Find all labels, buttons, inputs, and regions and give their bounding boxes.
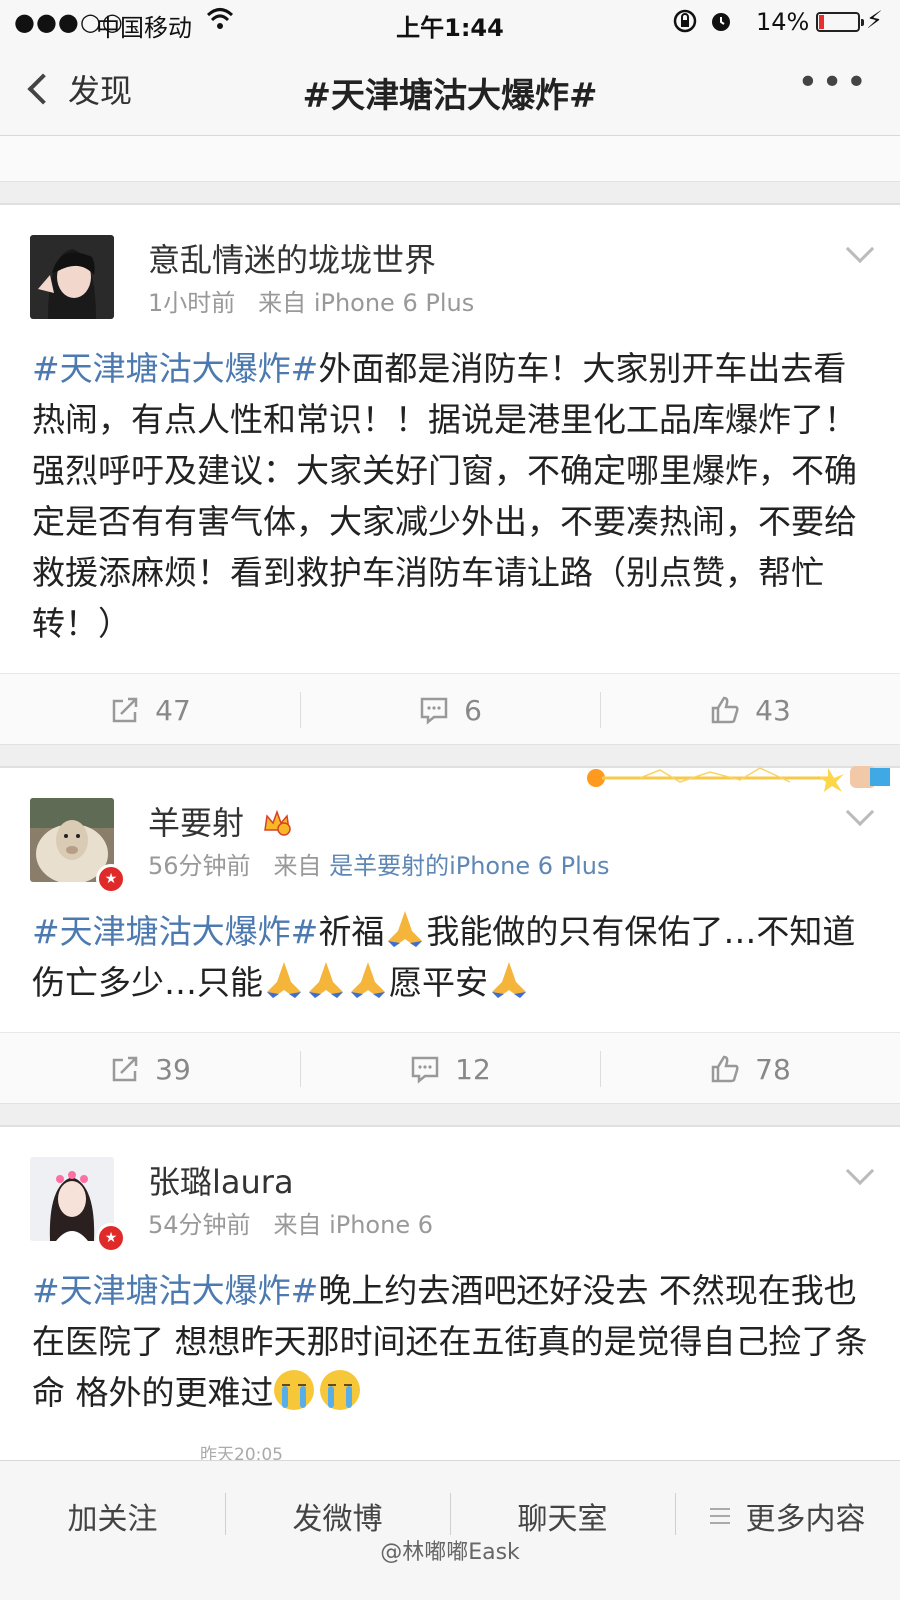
comment-button[interactable]: 6	[300, 674, 600, 746]
praying-hands-emoji-icon	[492, 962, 526, 998]
watermark: @林嘟嘟Eask	[380, 1540, 520, 1565]
repost-count: 47	[155, 693, 191, 727]
action-bar: 39 12 78	[0, 1032, 900, 1104]
like-button[interactable]: 43	[600, 674, 900, 746]
like-button[interactable]: 78	[600, 1033, 900, 1105]
post-card[interactable]: ★ 张璐laura 54分钟前 来自 iPhone 6 #天津塘沽大爆炸#晚上约…	[0, 1126, 900, 1466]
praying-hands-emoji-icon	[309, 962, 343, 998]
praying-hands-emoji-icon	[388, 911, 423, 947]
source-prefix: 来自	[258, 289, 307, 317]
more-dots-icon[interactable]: •••	[797, 62, 870, 103]
more-content-label: 更多内容	[745, 1502, 866, 1537]
comment-icon	[420, 697, 448, 725]
like-count: 78	[755, 1052, 791, 1086]
avatar[interactable]	[30, 235, 114, 319]
post-time: 54分钟前	[148, 1211, 251, 1239]
battery-percent: 14%	[756, 8, 810, 36]
post-text-part: 愿平安	[389, 963, 488, 1002]
comment-count: 12	[455, 1052, 491, 1086]
comment-count: 6	[464, 693, 482, 727]
repost-icon	[112, 1056, 138, 1082]
post-text-part: 祈福	[318, 912, 385, 951]
post-card[interactable]: ★ 羊要射 56分钟前 来自 是羊要射的iPhone 6 Plus #天津塘沽大…	[0, 767, 900, 1104]
comment-icon	[411, 1056, 439, 1084]
post-text: 外面都是消防车！大家别开车出去看热闹，有点人性和常识！！据说是港里化工品库爆炸了…	[32, 349, 857, 643]
menu-icon	[709, 1508, 730, 1524]
status-bar: ●●●○○ 中国移动 上午1:44 14% ⚡	[0, 0, 900, 44]
feed: 71 47 59 意乱情迷的垅垅世界 1小时前 来自 iPhone 6 Plus…	[0, 136, 900, 1466]
repost-button[interactable]: 71	[0, 136, 300, 153]
post-time: 1小时前	[148, 289, 236, 317]
username[interactable]: 意乱情迷的垅垅世界	[148, 235, 436, 281]
post-body: #天津塘沽大爆炸#晚上约去酒吧还好没去 不然现在我也在医院了 想想昨天那时间还在…	[0, 1127, 900, 1442]
repost-count: 39	[155, 1052, 191, 1086]
repost-icon	[112, 697, 138, 723]
source-prefix: 来自	[273, 1211, 322, 1239]
repost-button[interactable]: 39	[0, 1033, 300, 1105]
like-button[interactable]: 59	[600, 136, 900, 153]
post-source: iPhone 6	[329, 1211, 433, 1239]
post-source-link[interactable]: 是羊要射的iPhone 6 Plus	[329, 852, 609, 880]
topic-link[interactable]: #天津塘沽大爆炸#	[32, 349, 318, 388]
rotation-lock-icon	[672, 8, 698, 40]
comment-button[interactable]: 12	[300, 1033, 600, 1105]
nav-bar: 发现 #天津塘沽大爆炸# •••	[0, 44, 900, 136]
post-meta: 54分钟前 来自 iPhone 6	[148, 1205, 433, 1240]
charging-bolt-icon: ⚡	[866, 6, 883, 34]
like-count: 43	[755, 693, 791, 727]
post-body: #天津塘沽大爆炸#外面都是消防车！大家别开车出去看热闹，有点人性和常识！！据说是…	[0, 205, 900, 673]
post-time: 56分钟前	[148, 852, 251, 880]
username[interactable]: 羊要射	[148, 798, 292, 844]
praying-hands-emoji-icon	[351, 962, 385, 998]
username-text: 羊要射	[148, 804, 245, 842]
battery-icon	[816, 12, 864, 32]
post-source: iPhone 6 Plus	[313, 289, 475, 317]
bottom-toolbar: 加关注 发微博 聊天室 更多内容	[0, 1460, 900, 1600]
post-card[interactable]: 意乱情迷的垅垅世界 1小时前 来自 iPhone 6 Plus #天津塘沽大爆炸…	[0, 204, 900, 745]
thumbs-up-icon	[711, 696, 739, 724]
verified-star-icon: ★	[96, 864, 126, 894]
post-meta: 1小时前 来自 iPhone 6 Plus	[148, 283, 474, 318]
feed-divider	[0, 1104, 900, 1126]
alarm-icon	[708, 8, 734, 40]
topic-link[interactable]: #天津塘沽大爆炸#	[32, 1271, 318, 1310]
action-bar-previous: 71 47 59	[0, 136, 900, 182]
feed-divider	[0, 182, 900, 204]
source-prefix: 来自	[273, 852, 322, 880]
thumbs-up-icon	[711, 1055, 739, 1083]
post-body: #天津塘沽大爆炸#祈福 我能做的只有保佑了…不知道伤亡多少…只能 愿平安	[0, 768, 900, 1032]
member-crown-icon	[264, 809, 291, 836]
crying-face-emoji-icon	[273, 1370, 314, 1410]
crying-face-emoji-icon	[319, 1370, 360, 1410]
repost-button[interactable]: 47	[0, 674, 300, 746]
comment-button[interactable]: 47	[300, 136, 600, 153]
username[interactable]: 张璐laura	[148, 1157, 294, 1203]
action-bar: 47 6 43	[0, 673, 900, 745]
page-title: #天津塘沽大爆炸#	[302, 76, 598, 116]
battery-fill	[819, 15, 824, 29]
verified-star-icon: ★	[96, 1223, 126, 1253]
comet-animation-decoration	[587, 766, 890, 792]
praying-hands-emoji-icon	[267, 962, 301, 998]
topic-link[interactable]: #天津塘沽大爆炸#	[32, 912, 318, 951]
post-meta: 56分钟前 来自 是羊要射的iPhone 6 Plus	[148, 846, 609, 881]
